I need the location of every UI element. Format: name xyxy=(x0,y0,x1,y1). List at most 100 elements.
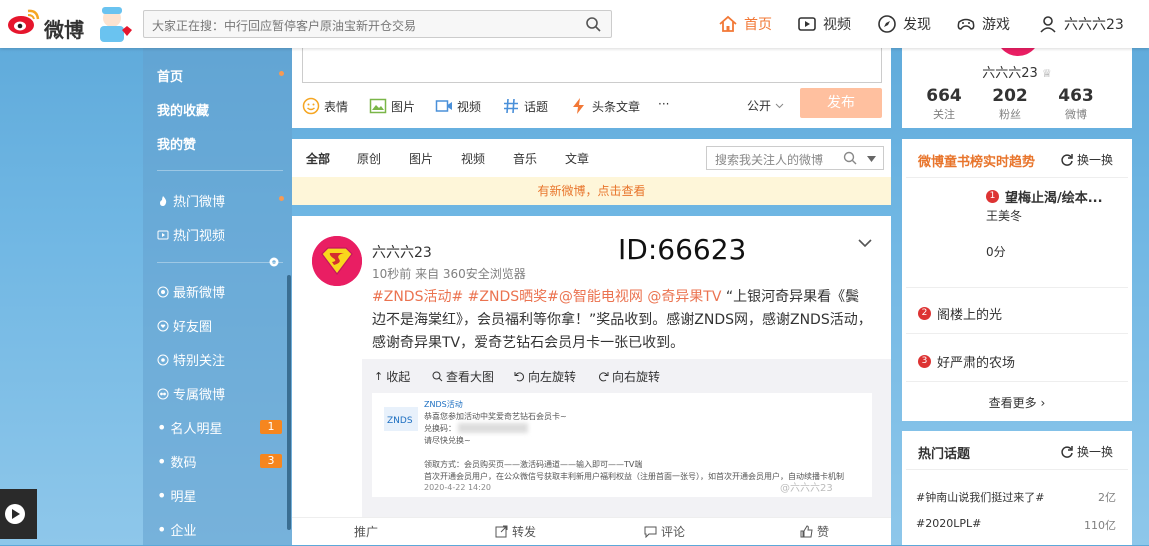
weibo-logo[interactable]: 微博 xyxy=(6,6,136,42)
rank-number: 2 xyxy=(918,307,931,320)
sidebar-item-enterprise[interactable]: • 企业 xyxy=(157,520,196,539)
bullet-icon: • xyxy=(157,486,167,505)
composer-video-button[interactable]: 视频 xyxy=(435,97,481,115)
profile-name-row: 六六六23 ♕ xyxy=(902,62,1132,81)
publish-button[interactable]: 发布 xyxy=(800,88,882,118)
trend-item-score: 0分 xyxy=(986,245,1006,259)
tab-all[interactable]: 全部 xyxy=(306,150,330,167)
rotate-right-label: 向右旋转 xyxy=(612,370,661,384)
following-label: 关注 xyxy=(933,108,955,121)
avatar[interactable] xyxy=(312,236,362,286)
sidebar-item-digital[interactable]: • 数码 xyxy=(157,452,196,471)
followers-label: 粉丝 xyxy=(999,108,1021,121)
composer-article-button[interactable]: 头条文章 xyxy=(570,97,640,115)
sidebar-item-latest[interactable]: 最新微博 xyxy=(157,282,225,301)
logo-text: 微博 xyxy=(44,18,84,42)
tab-images[interactable]: 图片 xyxy=(409,150,433,167)
post-meta: 10秒前 来自 360安全浏览器 xyxy=(372,267,526,281)
like-button[interactable]: 赞 xyxy=(800,523,829,540)
trend-refresh-button[interactable]: 换一换 xyxy=(1060,151,1113,168)
group-circle-icon xyxy=(157,388,169,399)
sidebar-scrollbar[interactable] xyxy=(287,275,291,530)
topics-refresh-button[interactable]: 换一换 xyxy=(1060,443,1113,460)
feed-search-input[interactable]: 搜索我关注人的微博 xyxy=(706,146,884,170)
new-posts-notice[interactable]: 有新微博，点击查看 xyxy=(292,177,891,205)
tab-music[interactable]: 音乐 xyxy=(513,150,537,167)
sidebar-item-hot-weibo[interactable]: 热门微博 xyxy=(157,191,225,210)
hashtag-icon xyxy=(504,98,518,114)
nav-user[interactable]: 六六六23 xyxy=(1038,14,1124,34)
search-box[interactable]: 大家正在搜：中行回应暂停客户原油宝新开仓交易 xyxy=(143,10,612,38)
following-stat[interactable]: 664 关注 xyxy=(909,86,979,122)
dropdown-caret-icon[interactable] xyxy=(867,156,876,162)
search-icon[interactable] xyxy=(585,16,601,32)
composer-image-button[interactable]: 图片 xyxy=(369,97,415,115)
composer-emoji-button[interactable]: 表情 xyxy=(302,97,348,115)
topic-item[interactable]: #2020LPL# 110亿 xyxy=(916,517,1116,532)
svg-text:ZNDS: ZNDS xyxy=(387,416,413,426)
rotate-left-button[interactable]: 向左旋转 xyxy=(514,368,576,385)
sidebar-item-star[interactable]: • 明星 xyxy=(157,486,196,505)
post-menu-chevron-icon[interactable] xyxy=(858,238,872,248)
sidebar-item-celebrity[interactable]: • 名人明星 xyxy=(157,418,222,437)
nav-discover[interactable]: 发现 xyxy=(877,14,931,34)
sidebar-item-special[interactable]: 特别关注 xyxy=(157,350,225,369)
comment-button[interactable]: 评论 xyxy=(644,523,685,540)
feed-post: 六六六23 ID:66623 10秒前 来自 360安全浏览器 #ZNDS活动#… xyxy=(292,216,891,545)
topic-item[interactable]: #钟南山说我们挺过来了# 2亿 xyxy=(916,489,1116,505)
tab-articles[interactable]: 文章 xyxy=(565,150,589,167)
post-image[interactable]: ZNDS ZNDS活动 恭喜您参加活动中奖爱奇艺钻石会员卡~ 兑换码： 请尽快兑… xyxy=(372,393,872,497)
sidebar-divider xyxy=(157,170,283,171)
nav-video[interactable]: 视频 xyxy=(797,14,851,34)
blurred-code xyxy=(458,423,528,433)
mention-link[interactable]: @奇异果TV xyxy=(647,289,721,305)
sidebar-item-home[interactable]: 首页 xyxy=(157,66,183,85)
image-text: 请尽快兑换~ xyxy=(424,436,471,445)
repost-button[interactable]: 转发 xyxy=(495,523,536,540)
trend-item-author[interactable]: 王美冬 xyxy=(986,207,1022,224)
rank-number: 1 xyxy=(986,190,999,203)
followers-stat[interactable]: 202 粉丝 xyxy=(975,86,1045,122)
floating-video-player[interactable] xyxy=(0,489,37,539)
composer-topic-button[interactable]: 话题 xyxy=(502,97,548,115)
composer-more-button[interactable]: ··· xyxy=(658,97,669,111)
search-icon[interactable] xyxy=(843,151,857,165)
nav-game[interactable]: 游戏 xyxy=(956,14,1010,34)
view-large-button[interactable]: 查看大图 xyxy=(432,368,494,385)
nav-home[interactable]: 首页 xyxy=(718,14,772,34)
posts-stat[interactable]: 463 微博 xyxy=(1041,86,1111,122)
composer-image-label: 图片 xyxy=(391,99,416,114)
sidebar-item-exclusive[interactable]: 专属微博 xyxy=(157,384,225,403)
collapse-label: 收起 xyxy=(386,370,411,384)
tab-video[interactable]: 视频 xyxy=(461,150,485,167)
visibility-select[interactable]: 公开 xyxy=(747,97,784,114)
profile-name[interactable]: 六六六23 xyxy=(982,66,1038,81)
promote-button[interactable]: 推广 xyxy=(354,523,378,540)
search-placeholder: 大家正在搜：中行回应暂停客户原油宝新开仓交易 xyxy=(152,19,417,33)
topic-link[interactable]: #ZNDS活动# xyxy=(372,289,463,305)
sidebar-item-favorites[interactable]: 我的收藏 xyxy=(157,100,209,119)
composer-textarea[interactable] xyxy=(302,48,882,83)
sidebar-item-label: 热门微博 xyxy=(173,195,226,210)
topic-link[interactable]: #ZNDS晒奖# xyxy=(468,289,559,305)
sidebar-item-friends[interactable]: 好友圈 xyxy=(157,316,212,335)
sidebar-item-likes[interactable]: 我的赞 xyxy=(157,134,196,153)
refresh-label: 换一换 xyxy=(1077,153,1114,167)
trend-item-3[interactable]: 3 好严肃的农场 xyxy=(918,352,1015,371)
rotate-right-button[interactable]: 向右旋转 xyxy=(598,368,660,385)
trend-title[interactable]: 微博童书榜实时趋势 xyxy=(918,151,1035,170)
trend-item-2[interactable]: 2 阁楼上的光 xyxy=(918,304,1002,323)
repost-label: 转发 xyxy=(512,525,537,539)
mention-link[interactable]: @智能电视网 xyxy=(559,289,643,305)
trend-item-1[interactable]: 1 望梅止渴/绘本... xyxy=(986,187,1103,206)
lightning-icon xyxy=(573,98,584,114)
tab-original[interactable]: 原创 xyxy=(357,150,381,167)
post-composer: 表情 图片 视频 话题 头条文章 ··· 公开 发布 xyxy=(292,48,891,128)
see-more-link[interactable]: 查看更多 › xyxy=(902,394,1132,411)
sidebar-item-hot-video[interactable]: 热门视频 xyxy=(157,225,225,244)
collapse-button[interactable]: ↑ 收起 xyxy=(374,368,410,385)
compass-icon xyxy=(878,15,896,33)
fire-icon xyxy=(160,195,167,206)
post-username[interactable]: 六六六23 xyxy=(372,242,432,262)
image-text: 领取方式：会员购买页——激活码通道——输入即可——TV端 xyxy=(424,460,643,469)
